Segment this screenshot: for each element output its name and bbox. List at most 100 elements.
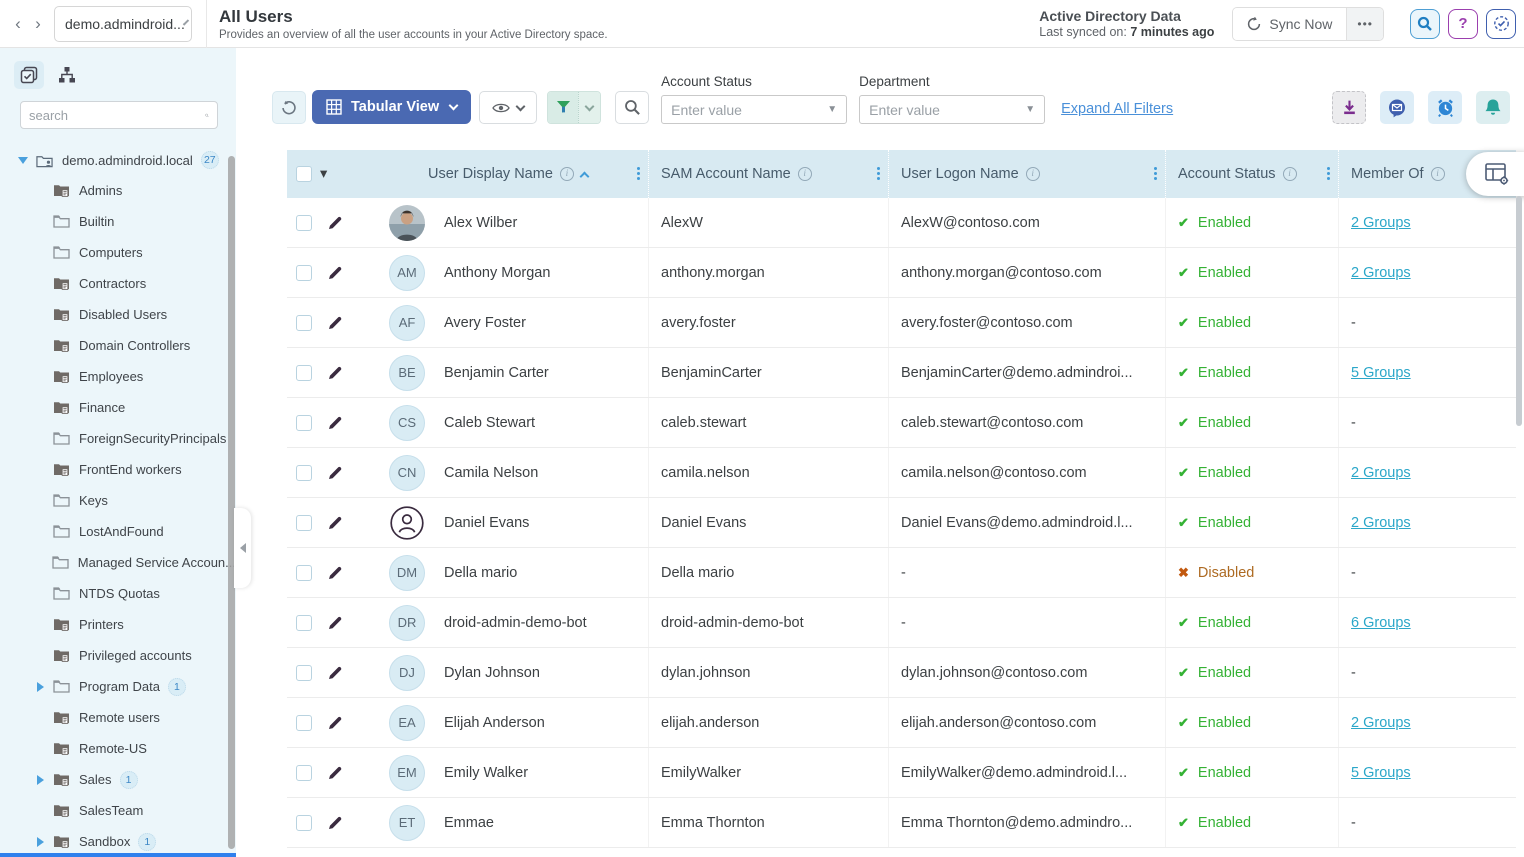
column-header-sam[interactable]: SAM Account Name i bbox=[648, 150, 888, 198]
edit-icon[interactable] bbox=[327, 815, 343, 831]
search-icon[interactable] bbox=[205, 108, 209, 123]
row-checkbox[interactable] bbox=[296, 665, 312, 681]
member-of-link[interactable]: 2 Groups bbox=[1351, 465, 1411, 481]
department-select[interactable]: Enter value ▼ bbox=[859, 95, 1045, 124]
sort-ascending-icon[interactable] bbox=[579, 171, 589, 181]
sidebar-tree-item[interactable]: Sales 1 bbox=[0, 764, 236, 795]
edit-icon[interactable] bbox=[327, 515, 343, 531]
back-icon[interactable]: ‹ bbox=[10, 14, 26, 34]
tree-root-domain[interactable]: demo.admindroid.local 27 bbox=[0, 145, 236, 175]
table-row[interactable]: BE Benjamin Carter BenjaminCarter Benjam… bbox=[287, 348, 1516, 398]
table-scrollbar[interactable] bbox=[1516, 196, 1522, 426]
sidebar-tree-item[interactable]: Computers bbox=[0, 237, 236, 268]
member-of-link[interactable]: 2 Groups bbox=[1351, 215, 1411, 231]
edit-icon[interactable] bbox=[327, 215, 343, 231]
table-search-button[interactable] bbox=[615, 91, 649, 124]
sidebar-tree-item[interactable]: Privileged accounts bbox=[0, 640, 236, 671]
sync-now-button[interactable]: Sync Now bbox=[1233, 8, 1346, 40]
edit-icon[interactable] bbox=[327, 715, 343, 731]
sidebar-tree-item[interactable]: NTDS Quotas bbox=[0, 578, 236, 609]
collapse-arrow-icon[interactable] bbox=[18, 157, 28, 164]
edit-icon[interactable] bbox=[327, 465, 343, 481]
more-options-button[interactable]: ••• bbox=[1346, 8, 1383, 40]
row-checkbox[interactable] bbox=[296, 615, 312, 631]
edit-icon[interactable] bbox=[327, 765, 343, 781]
expand-arrow-icon[interactable] bbox=[37, 775, 53, 785]
member-of-link[interactable]: 6 Groups bbox=[1351, 615, 1411, 631]
column-menu-icon[interactable] bbox=[877, 172, 880, 175]
account-status-select[interactable]: Enter value ▼ bbox=[661, 95, 847, 124]
table-row[interactable]: EM Emily Walker EmilyWalker EmilyWalker@… bbox=[287, 748, 1516, 798]
sidebar-tree-item[interactable]: Keys bbox=[0, 485, 236, 516]
row-checkbox[interactable] bbox=[296, 265, 312, 281]
sidebar-collapse-handle[interactable] bbox=[234, 508, 251, 588]
column-settings-button[interactable] bbox=[1466, 152, 1524, 196]
sidebar-tree-item[interactable]: Managed Service Accoun... bbox=[0, 547, 236, 578]
sidebar-tree-item[interactable]: Program Data 1 bbox=[0, 671, 236, 702]
row-checkbox[interactable] bbox=[296, 715, 312, 731]
row-checkbox[interactable] bbox=[296, 365, 312, 381]
table-row[interactable]: DJ Dylan Johnson dylan.johnson dylan.joh… bbox=[287, 648, 1516, 698]
row-checkbox[interactable] bbox=[296, 815, 312, 831]
column-menu-icon[interactable] bbox=[1327, 172, 1330, 175]
help-button[interactable]: ? bbox=[1448, 9, 1478, 39]
member-of-link[interactable]: 2 Groups bbox=[1351, 515, 1411, 531]
sidebar-tree-item[interactable]: Disabled Users bbox=[0, 299, 236, 330]
row-checkbox[interactable] bbox=[296, 465, 312, 481]
domain-selector[interactable]: demo.admindroid... bbox=[54, 6, 192, 42]
member-of-link[interactable]: 5 Groups bbox=[1351, 765, 1411, 781]
sidebar-tree-item[interactable]: Builtin bbox=[0, 206, 236, 237]
sidebar-tree-item[interactable]: LostAndFound bbox=[0, 516, 236, 547]
table-row[interactable]: ET Emmae Emma Thornton Emma Thornton@dem… bbox=[287, 798, 1516, 848]
row-checkbox[interactable] bbox=[296, 565, 312, 581]
message-button[interactable] bbox=[1380, 91, 1414, 124]
edit-icon[interactable] bbox=[327, 365, 343, 381]
sidebar-tree-item[interactable]: Remote-US bbox=[0, 733, 236, 764]
sidebar-tree-item[interactable]: ForeignSecurityPrincipals bbox=[0, 423, 236, 454]
edit-icon[interactable] bbox=[327, 415, 343, 431]
edit-icon[interactable] bbox=[327, 615, 343, 631]
table-row[interactable]: CN Camila Nelson camila.nelson camila.ne… bbox=[287, 448, 1516, 498]
member-of-link[interactable]: 2 Groups bbox=[1351, 715, 1411, 731]
row-checkbox[interactable] bbox=[296, 415, 312, 431]
expand-arrow-icon[interactable] bbox=[37, 837, 53, 847]
sidebar-tree-item[interactable]: Contractors bbox=[0, 268, 236, 299]
reset-view-button[interactable] bbox=[272, 91, 306, 124]
sidebar-tree-item[interactable]: Finance bbox=[0, 392, 236, 423]
edit-icon[interactable] bbox=[327, 565, 343, 581]
filter-dropdown-toggle[interactable] bbox=[578, 92, 600, 123]
alerts-button[interactable] bbox=[1476, 91, 1510, 124]
select-all-checkbox[interactable] bbox=[296, 166, 312, 182]
edit-icon[interactable] bbox=[327, 265, 343, 281]
sidebar-tree-item[interactable]: Admins bbox=[0, 175, 236, 206]
selection-menu-icon[interactable]: ▾ bbox=[320, 166, 327, 182]
sidebar-tree-item[interactable]: Remote users bbox=[0, 702, 236, 733]
row-checkbox[interactable] bbox=[296, 215, 312, 231]
column-menu-icon[interactable] bbox=[1154, 172, 1157, 175]
expand-all-filters-link[interactable]: Expand All Filters bbox=[1061, 101, 1173, 117]
row-checkbox[interactable] bbox=[296, 515, 312, 531]
multi-select-button[interactable] bbox=[14, 61, 44, 89]
table-row[interactable]: Alex Wilber AlexW AlexW@contoso.com ✔ En… bbox=[287, 198, 1516, 248]
table-row[interactable]: Daniel Evans Daniel Evans Daniel Evans@d… bbox=[287, 498, 1516, 548]
row-checkbox[interactable] bbox=[296, 765, 312, 781]
table-row[interactable]: DR droid-admin-demo-bot droid-admin-demo… bbox=[287, 598, 1516, 648]
sidebar-search-input[interactable] bbox=[29, 108, 205, 123]
member-of-link[interactable]: 5 Groups bbox=[1351, 365, 1411, 381]
column-header-display-name[interactable]: User Display Name i bbox=[365, 150, 648, 198]
column-visibility-dropdown[interactable] bbox=[479, 91, 537, 124]
table-row[interactable]: AF Avery Foster avery.foster avery.foste… bbox=[287, 298, 1516, 348]
sidebar-tree-item[interactable]: Domain Controllers bbox=[0, 330, 236, 361]
row-checkbox[interactable] bbox=[296, 315, 312, 331]
edit-icon[interactable] bbox=[327, 315, 343, 331]
sidebar-tree-item[interactable]: Employees bbox=[0, 361, 236, 392]
sidebar-bottom-scroll-indicator[interactable] bbox=[0, 853, 236, 857]
table-row[interactable]: AM Anthony Morgan anthony.morgan anthony… bbox=[287, 248, 1516, 298]
forward-icon[interactable]: › bbox=[30, 14, 46, 34]
view-mode-dropdown[interactable]: Tabular View bbox=[312, 90, 471, 124]
edit-icon[interactable] bbox=[327, 665, 343, 681]
filter-split-button[interactable] bbox=[547, 91, 601, 124]
sidebar-scrollbar[interactable] bbox=[228, 156, 235, 849]
export-download-button[interactable] bbox=[1332, 91, 1366, 124]
schedule-button[interactable] bbox=[1428, 91, 1462, 124]
